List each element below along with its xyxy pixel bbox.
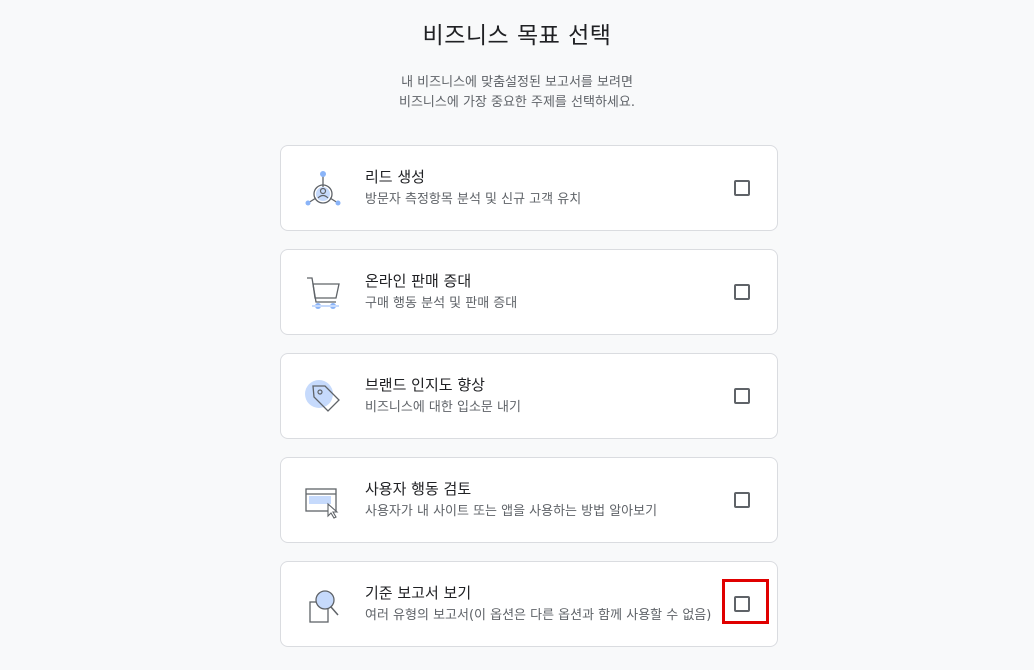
option-card-brand-awareness[interactable]: 브랜드 인지도 향상 비즈니스에 대한 입소문 내기 — [280, 353, 778, 439]
option-card-online-sales[interactable]: 온라인 판매 증대 구매 행동 분석 및 판매 증대 — [280, 249, 778, 335]
option-description: 비즈니스에 대한 입소문 내기 — [365, 400, 521, 415]
lead-generation-icon — [303, 168, 343, 208]
option-label: 기준 보고서 보기 — [365, 584, 472, 602]
option-label: 브랜드 인지도 향상 — [365, 376, 485, 394]
option-checkbox-lead-generation[interactable] — [734, 180, 750, 196]
option-description: 구매 행동 분석 및 판매 증대 — [365, 296, 518, 311]
subtitle-line-2: 비즈니스에 가장 중요한 주제를 선택하세요. — [399, 95, 635, 110]
shopping-cart-icon — [303, 272, 343, 312]
subtitle-line-1: 내 비즈니스에 맞춤설정된 보고서를 보려면 — [401, 75, 633, 90]
option-label: 리드 생성 — [365, 168, 425, 186]
tag-icon — [303, 376, 343, 416]
option-description: 여러 유형의 보고서(이 옵션은 다른 옵션과 함께 사용할 수 없음) — [365, 608, 712, 623]
browser-cursor-icon — [303, 480, 343, 520]
magnifier-report-icon — [303, 584, 343, 624]
option-label: 온라인 판매 증대 — [365, 272, 472, 290]
option-description: 사용자가 내 사이트 또는 앱을 사용하는 방법 알아보기 — [365, 504, 658, 519]
option-card-user-behavior[interactable]: 사용자 행동 검토 사용자가 내 사이트 또는 앱을 사용하는 방법 알아보기 — [280, 457, 778, 543]
option-description: 방문자 측정항목 분석 및 신규 고객 유치 — [365, 192, 582, 207]
page-title: 비즈니스 목표 선택 — [422, 23, 612, 49]
option-card-lead-generation[interactable]: 리드 생성 방문자 측정항목 분석 및 신규 고객 유치 — [280, 145, 778, 231]
option-label: 사용자 행동 검토 — [365, 480, 472, 498]
option-checkbox-brand-awareness[interactable] — [734, 388, 750, 404]
highlight-box — [722, 579, 769, 624]
page-subtitle: 내 비즈니스에 맞춤설정된 보고서를 보려면 비즈니스에 가장 중요한 주제를 … — [0, 73, 1034, 113]
option-card-baseline-reports[interactable]: 기준 보고서 보기 여러 유형의 보고서(이 옵션은 다른 옵션과 함께 사용할… — [280, 561, 778, 647]
option-checkbox-user-behavior[interactable] — [734, 492, 750, 508]
option-checkbox-online-sales[interactable] — [734, 284, 750, 300]
